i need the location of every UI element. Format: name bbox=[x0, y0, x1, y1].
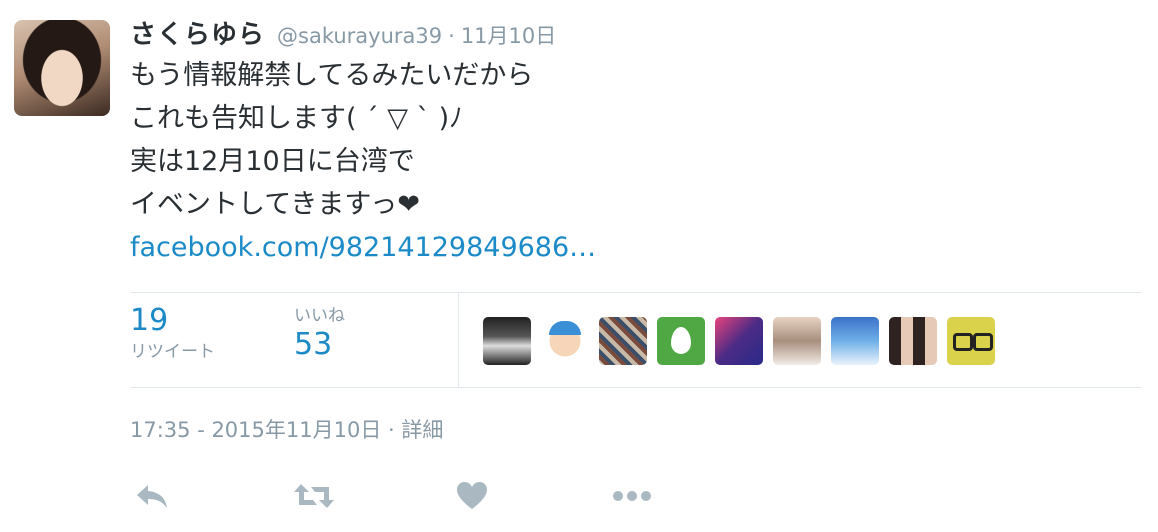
tweet-text: もう情報解禁してるみたいだから これも告知します( ´ ▽ ` )ﾉ 実は12月… bbox=[130, 54, 596, 269]
more-button[interactable] bbox=[610, 474, 654, 518]
retweets-stat[interactable]: 19 リツイート bbox=[130, 303, 215, 365]
liker-avatar[interactable] bbox=[773, 317, 821, 365]
tweet-line: イベントしてきますっ❤ bbox=[130, 183, 596, 226]
reply-icon bbox=[137, 485, 167, 508]
liker-avatar[interactable] bbox=[715, 317, 763, 365]
retweet-icon bbox=[294, 484, 334, 508]
tweet-line: もう情報解禁してるみたいだから bbox=[130, 60, 534, 91]
retweet-button[interactable] bbox=[292, 474, 336, 518]
liker-avatar[interactable] bbox=[831, 317, 879, 365]
heart-emoji-icon: ❤ bbox=[397, 189, 420, 220]
heart-icon bbox=[457, 482, 487, 509]
liker-avatar[interactable] bbox=[483, 317, 531, 365]
user-fullname[interactable]: さくらゆら bbox=[130, 14, 265, 51]
timestamp-time: 17:35 - 2015年11月10日 bbox=[130, 418, 382, 442]
likers-avatars bbox=[483, 317, 1005, 365]
tweet-header: さくらゆら @sakurayura39 · 11月10日 bbox=[130, 14, 556, 50]
liker-avatar[interactable] bbox=[657, 317, 705, 365]
user-handle[interactable]: @sakurayura39 bbox=[277, 24, 442, 48]
timestamp-separator: · bbox=[388, 418, 395, 442]
likes-count: 53 bbox=[294, 327, 333, 362]
avatar[interactable] bbox=[14, 20, 110, 116]
header-separator: · bbox=[448, 24, 455, 48]
retweets-count: 19 bbox=[130, 303, 169, 338]
liker-avatar[interactable] bbox=[599, 317, 647, 365]
like-button[interactable] bbox=[450, 474, 494, 518]
tweet-line: 実は12月10日に台湾で bbox=[130, 146, 415, 177]
tweet-date[interactable]: 11月10日 bbox=[461, 20, 556, 50]
more-icon bbox=[613, 491, 651, 501]
details-link[interactable]: 詳細 bbox=[401, 418, 443, 442]
likes-stat[interactable]: いいね 53 bbox=[294, 305, 345, 363]
likes-label: いいね bbox=[294, 306, 345, 326]
liker-avatar[interactable] bbox=[947, 317, 995, 365]
tweet-link[interactable]: facebook.com/98214129849686… bbox=[130, 232, 596, 263]
retweets-label: リツイート bbox=[130, 342, 215, 362]
tweet-line: これも告知します( ´ ▽ ` )ﾉ bbox=[130, 103, 463, 134]
tweet-timestamp: 17:35 - 2015年11月10日 · 詳細 bbox=[130, 414, 443, 444]
reply-button[interactable] bbox=[130, 474, 174, 518]
tweet-stats: 19 リツイート いいね 53 bbox=[130, 292, 1142, 388]
liker-avatar[interactable] bbox=[889, 317, 937, 365]
stats-divider bbox=[458, 293, 459, 387]
liker-avatar[interactable] bbox=[541, 317, 589, 365]
tweet-line-text: イベントしてきますっ bbox=[130, 189, 398, 220]
